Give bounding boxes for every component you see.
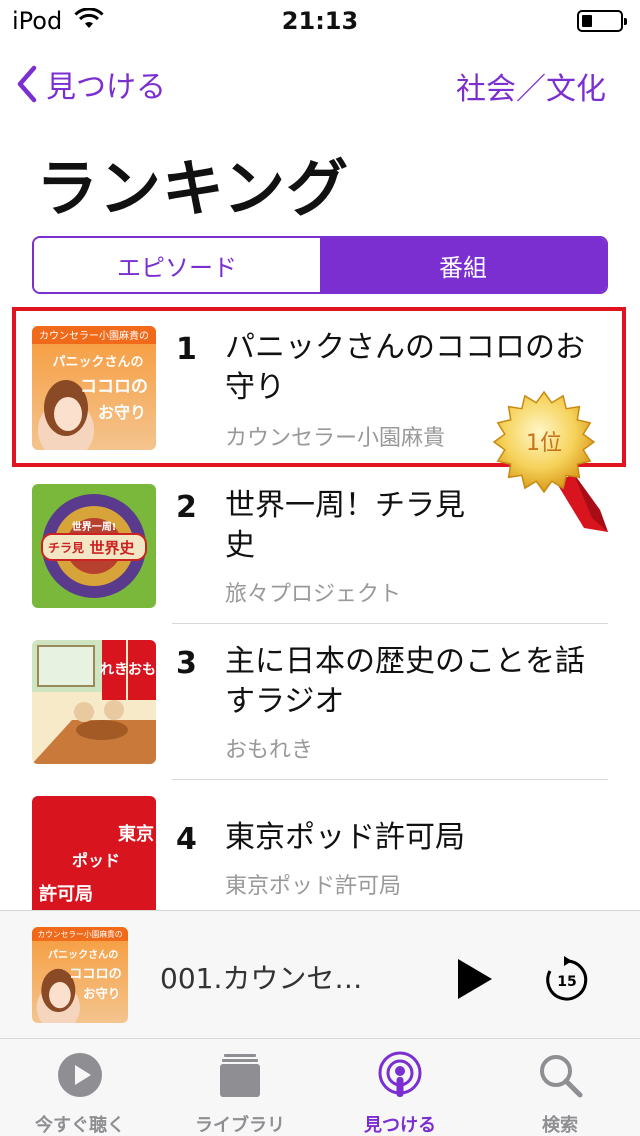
tab-label: 見つける bbox=[364, 1115, 436, 1136]
podcast-author: 東京ポッド許可局 bbox=[225, 874, 402, 899]
category-link[interactable]: 社会／文化 bbox=[456, 64, 606, 108]
podcast-artwork-world-history: 世界一周! チラ見 世界史 bbox=[32, 484, 156, 608]
back-button[interactable]: 見つける bbox=[14, 62, 166, 106]
rank-number: 3 bbox=[176, 646, 197, 681]
badge-label: 1位 bbox=[526, 431, 562, 456]
skip-forward-15-icon[interactable]: 15 bbox=[542, 955, 592, 1005]
artwork-text-line2: ココロの bbox=[69, 967, 122, 982]
artwork-text-line3: お守り bbox=[83, 986, 120, 1001]
artwork-text-line1: 世界一周! bbox=[72, 520, 117, 533]
library-stack-icon bbox=[220, 1054, 260, 1097]
tab-label: 今すぐ聴く bbox=[35, 1115, 125, 1136]
clock: 21:13 bbox=[281, 7, 359, 35]
page-title: ランキング bbox=[36, 152, 350, 225]
now-playing-artwork: カウンセラー小園麻貴の パニックさんの ココロの お守り bbox=[32, 927, 128, 1023]
tab-discover[interactable]: 見つける bbox=[320, 1039, 480, 1136]
podcast-artwork-tokyo-pod: 東京 ポッド 許可局 bbox=[32, 796, 156, 920]
search-icon bbox=[540, 1055, 583, 1098]
podcast-artwork-omoreki: おも れき bbox=[32, 640, 156, 764]
segment-episodes[interactable]: エピソード bbox=[34, 238, 320, 292]
artwork-text-col3: 許可局 bbox=[39, 883, 93, 905]
back-label: 見つける bbox=[46, 70, 166, 105]
mini-player[interactable]: カウンセラー小園麻貴の パニックさんの ココロの お守り 001.カウンセ… 1… bbox=[0, 910, 640, 1038]
skip-seconds-label: 15 bbox=[557, 974, 576, 990]
artwork-text-col1: 東京 bbox=[118, 823, 154, 845]
segment-shows[interactable]: 番組 bbox=[320, 238, 606, 292]
rank-number: 4 bbox=[176, 822, 197, 857]
artwork-text-line1: パニックさんの bbox=[48, 949, 118, 961]
artwork-text-col2: れき bbox=[100, 662, 128, 678]
tab-search[interactable]: 検索 bbox=[480, 1039, 640, 1136]
artwork-text-col2: ポッド bbox=[72, 851, 120, 870]
artwork-text-line2: チラ見 bbox=[48, 540, 84, 555]
status-bar: iPod 21:13 bbox=[0, 0, 640, 40]
tab-label: ライブラリ bbox=[195, 1115, 285, 1136]
rank-number: 2 bbox=[176, 490, 197, 525]
podcast-title: 東京ポッド許可局 bbox=[225, 820, 465, 855]
artwork-text-line3: 世界史 bbox=[89, 539, 135, 557]
podcast-title: 世界一周！チラ見史 bbox=[225, 488, 465, 563]
first-place-badge-icon: 1位 bbox=[492, 390, 608, 532]
ranking-row-3[interactable]: おも れき 3 主に日本の歴史のことを話すラジオ おもれき bbox=[0, 624, 640, 780]
now-playing-title: 001.カウンセ… bbox=[160, 962, 363, 995]
chevron-left-icon bbox=[17, 65, 37, 103]
segmented-control: エピソード 番組 bbox=[32, 236, 608, 294]
podcast-icon bbox=[378, 1051, 422, 1097]
battery-icon bbox=[577, 10, 627, 32]
tab-label: 検索 bbox=[542, 1115, 578, 1136]
podcast-title: 主に日本の歴史のことを話すラジオ bbox=[225, 644, 585, 719]
tab-listen-now[interactable]: 今すぐ聴く bbox=[0, 1039, 160, 1136]
podcast-author: おもれき bbox=[225, 738, 314, 763]
tab-bar: 今すぐ聴く ライブラリ 見つける 検索 bbox=[0, 1038, 640, 1136]
artwork-text-col1: おも bbox=[128, 662, 156, 678]
tab-library[interactable]: ライブラリ bbox=[160, 1039, 320, 1136]
play-icon[interactable] bbox=[452, 955, 496, 1003]
play-circle-icon bbox=[58, 1053, 102, 1097]
podcast-author: 旅々プロジェクト bbox=[225, 582, 402, 607]
artwork-text-top: カウンセラー小園麻貴の bbox=[37, 929, 122, 939]
